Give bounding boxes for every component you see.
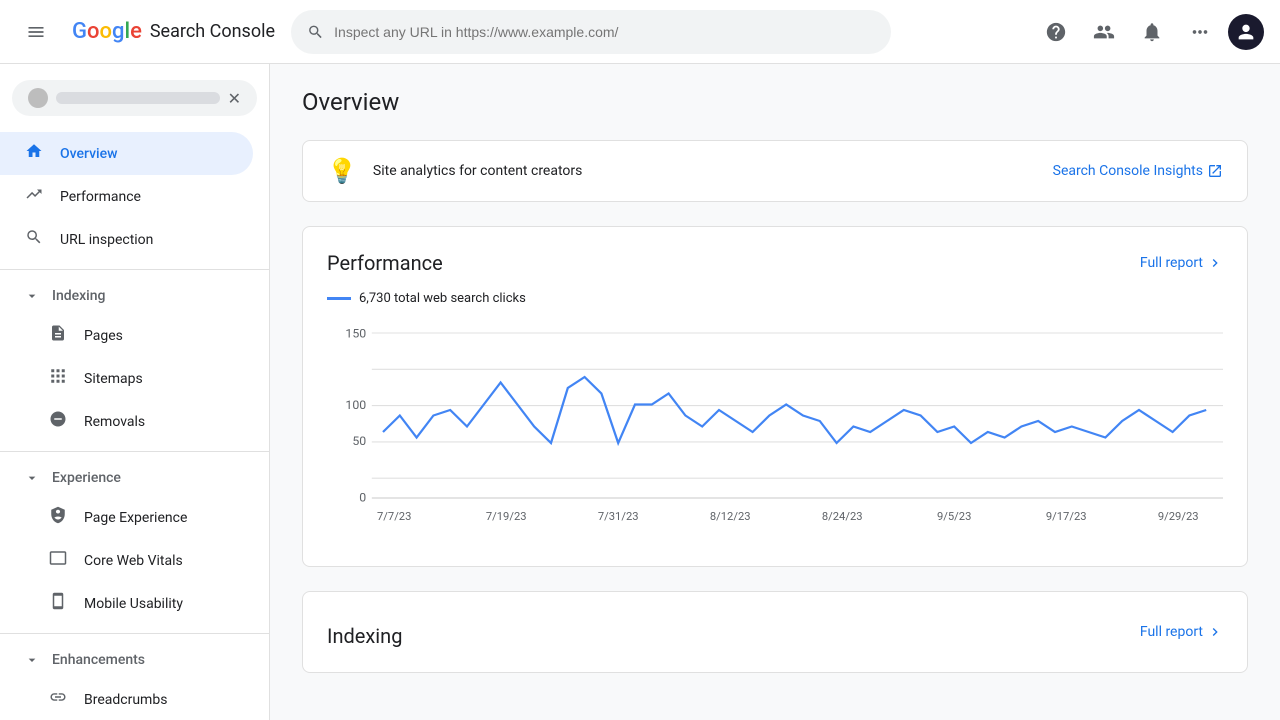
enhancements-section-header[interactable]: Enhancements bbox=[0, 642, 269, 678]
chevron-right-icon bbox=[1207, 255, 1223, 271]
lightbulb-icon: 💡 bbox=[327, 157, 357, 185]
indexing-section-label: Indexing bbox=[52, 288, 105, 304]
help-button[interactable] bbox=[1036, 12, 1076, 52]
header: Google Search Console bbox=[0, 0, 1280, 64]
sidebar-item-removals[interactable]: Removals bbox=[0, 400, 253, 443]
menu-button[interactable] bbox=[16, 12, 56, 52]
sidebar: ✕ Overview Performance bbox=[0, 64, 270, 720]
app-logo: Google Search Console bbox=[72, 19, 275, 44]
enhancements-section-label: Enhancements bbox=[52, 652, 145, 668]
svg-text:9/17/23: 9/17/23 bbox=[1046, 510, 1087, 523]
performance-card: Performance Full report 6,730 total web … bbox=[302, 226, 1248, 567]
indexing-card: Indexing Full report bbox=[302, 591, 1248, 673]
search-console-insights-link[interactable]: Search Console Insights bbox=[1053, 163, 1223, 179]
site-selector-close-icon[interactable]: ✕ bbox=[228, 89, 241, 108]
search-input[interactable] bbox=[334, 24, 875, 40]
indexing-chevron-right-icon bbox=[1207, 624, 1223, 640]
site-selector[interactable]: ✕ bbox=[12, 80, 257, 116]
breadcrumbs-icon bbox=[48, 688, 68, 711]
indexing-section-header[interactable]: Indexing bbox=[0, 278, 269, 314]
sidebar-item-pages-label: Pages bbox=[84, 328, 123, 344]
chart-legend: 6,730 total web search clicks bbox=[327, 291, 1223, 306]
sidebar-item-performance-label: Performance bbox=[60, 189, 141, 205]
sidebar-item-performance[interactable]: Performance bbox=[0, 175, 253, 218]
sidebar-item-mobile-usability-label: Mobile Usability bbox=[84, 596, 183, 612]
apps-button[interactable] bbox=[1180, 12, 1220, 52]
svg-text:9/5/23: 9/5/23 bbox=[937, 510, 971, 523]
svg-text:8/12/23: 8/12/23 bbox=[710, 510, 751, 523]
indexing-full-report-link[interactable]: Full report bbox=[1140, 624, 1223, 640]
site-favicon bbox=[28, 88, 48, 108]
google-logo: Google bbox=[72, 19, 142, 44]
sidebar-item-url-inspection[interactable]: URL inspection bbox=[0, 218, 253, 261]
header-icons bbox=[1036, 12, 1264, 52]
search-icon bbox=[307, 23, 324, 41]
svg-text:7/7/23: 7/7/23 bbox=[377, 510, 411, 523]
experience-section-header[interactable]: Experience bbox=[0, 460, 269, 496]
home-icon bbox=[24, 142, 44, 165]
nav-divider-3 bbox=[0, 633, 269, 634]
sidebar-item-page-experience[interactable]: Page Experience bbox=[0, 496, 253, 539]
svg-text:7/31/23: 7/31/23 bbox=[598, 510, 639, 523]
core-web-vitals-icon bbox=[48, 549, 68, 572]
main-content: Overview 💡 Site analytics for content cr… bbox=[270, 64, 1280, 720]
svg-text:150: 150 bbox=[345, 326, 366, 340]
avatar[interactable] bbox=[1228, 14, 1264, 50]
svg-text:50: 50 bbox=[352, 434, 366, 448]
pages-icon bbox=[48, 324, 68, 347]
page-experience-icon bbox=[48, 506, 68, 529]
sidebar-item-breadcrumbs-label: Breadcrumbs bbox=[84, 692, 167, 708]
legend-text: 6,730 total web search clicks bbox=[359, 291, 526, 306]
search-bar[interactable] bbox=[291, 10, 891, 54]
search-settings-button[interactable] bbox=[1084, 12, 1124, 52]
chevron-down-icon-2 bbox=[24, 470, 40, 486]
svg-text:7/19/23: 7/19/23 bbox=[486, 510, 527, 523]
sidebar-item-url-inspection-label: URL inspection bbox=[60, 232, 153, 248]
banner-text: Site analytics for content creators bbox=[373, 163, 1037, 179]
external-link-icon bbox=[1207, 163, 1223, 179]
sidebar-item-pages[interactable]: Pages bbox=[0, 314, 253, 357]
trending-up-icon bbox=[24, 185, 44, 208]
svg-text:0: 0 bbox=[359, 490, 366, 504]
performance-card-title: Performance bbox=[327, 251, 443, 275]
sidebar-item-overview-label: Overview bbox=[60, 146, 117, 162]
url-search-icon bbox=[24, 228, 44, 251]
performance-full-report-link[interactable]: Full report bbox=[1140, 255, 1223, 271]
performance-card-header: Performance Full report bbox=[327, 251, 1223, 275]
performance-chart: 150 100 50 0 7/7/23 7/19/23 7/31/23 8/12… bbox=[327, 322, 1223, 542]
removals-icon bbox=[48, 410, 68, 433]
site-url bbox=[56, 92, 220, 104]
sidebar-item-mobile-usability[interactable]: Mobile Usability bbox=[0, 582, 253, 625]
sidebar-item-removals-label: Removals bbox=[84, 414, 145, 430]
sidebar-item-core-web-vitals[interactable]: Core Web Vitals bbox=[0, 539, 253, 582]
indexing-card-header: Indexing Full report bbox=[327, 616, 1223, 648]
svg-text:8/24/23: 8/24/23 bbox=[822, 510, 863, 523]
main-layout: ✕ Overview Performance bbox=[0, 64, 1280, 720]
mobile-usability-icon bbox=[48, 592, 68, 615]
sidebar-item-core-web-vitals-label: Core Web Vitals bbox=[84, 553, 183, 569]
nav-divider-2 bbox=[0, 451, 269, 452]
sidebar-item-page-experience-label: Page Experience bbox=[84, 510, 187, 526]
sidebar-item-sitemaps-label: Sitemaps bbox=[84, 371, 143, 387]
nav-divider-1 bbox=[0, 269, 269, 270]
insights-banner: 💡 Site analytics for content creators Se… bbox=[302, 140, 1248, 202]
legend-line bbox=[327, 297, 351, 300]
app-title: Search Console bbox=[150, 21, 275, 42]
chevron-down-icon-3 bbox=[24, 652, 40, 668]
sidebar-item-overview[interactable]: Overview bbox=[0, 132, 253, 175]
sidebar-item-breadcrumbs[interactable]: Breadcrumbs bbox=[0, 678, 253, 720]
experience-section-label: Experience bbox=[52, 470, 121, 486]
sidebar-item-sitemaps[interactable]: Sitemaps bbox=[0, 357, 253, 400]
notifications-button[interactable] bbox=[1132, 12, 1172, 52]
sitemaps-icon bbox=[48, 367, 68, 390]
chart-line bbox=[383, 377, 1206, 443]
performance-chart-svg: 150 100 50 0 7/7/23 7/19/23 7/31/23 8/12… bbox=[327, 322, 1223, 542]
page-title: Overview bbox=[302, 88, 1248, 116]
svg-text:100: 100 bbox=[345, 398, 366, 412]
chevron-down-icon bbox=[24, 288, 40, 304]
indexing-card-title: Indexing bbox=[327, 624, 402, 648]
svg-text:9/29/23: 9/29/23 bbox=[1158, 510, 1199, 523]
